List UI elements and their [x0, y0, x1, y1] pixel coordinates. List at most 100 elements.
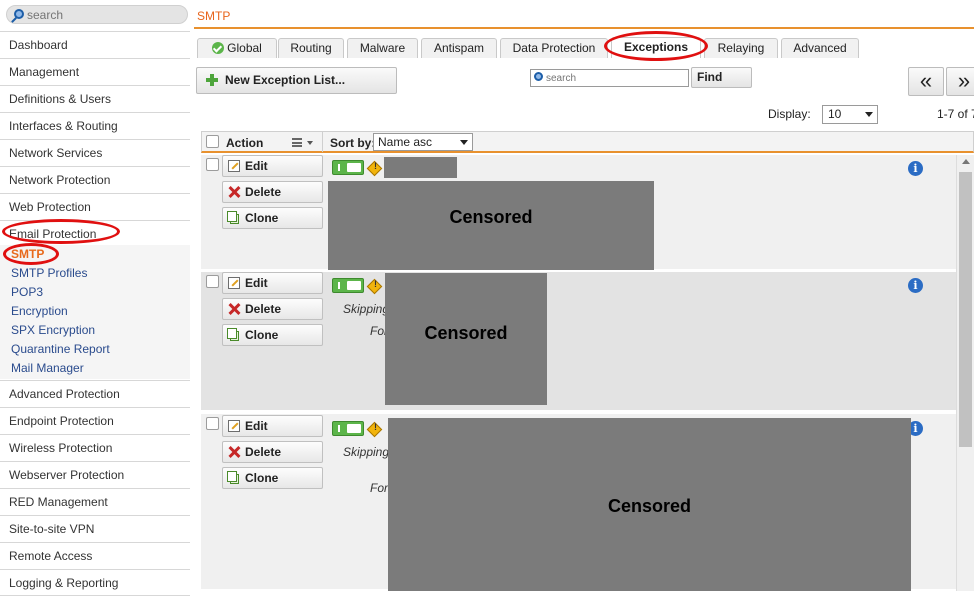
pagination-range: 1-7 of 7: [937, 107, 974, 121]
nav-item-dashboard[interactable]: Dashboard: [0, 31, 190, 58]
page-title: SMTP: [197, 9, 231, 23]
delete-label: Delete: [245, 302, 282, 316]
edit-label: Edit: [245, 419, 268, 433]
info-icon[interactable]: i: [908, 278, 923, 293]
info-icon[interactable]: i: [908, 161, 923, 176]
nav-item-endpoint-protection[interactable]: Endpoint Protection: [0, 407, 190, 434]
tab-routing[interactable]: Routing: [278, 38, 344, 58]
edit-button[interactable]: Edit: [222, 415, 323, 437]
tab-global[interactable]: Global: [197, 38, 277, 58]
find-button[interactable]: Find: [691, 67, 752, 88]
enable-toggle[interactable]: [332, 278, 364, 293]
sub-item-smtp[interactable]: SMTP: [11, 245, 44, 264]
delete-button[interactable]: Delete: [222, 298, 323, 320]
for-text: For: [370, 481, 388, 495]
chevron-down-icon[interactable]: [307, 141, 313, 145]
search-icon: [534, 72, 543, 81]
check-icon: [212, 42, 225, 54]
censored-block: Censored: [328, 181, 654, 270]
sub-item-spx-encryption[interactable]: SPX Encryption: [11, 321, 95, 340]
edit-icon: [228, 277, 240, 289]
row-checkbox[interactable]: [206, 275, 219, 288]
nav-item-wireless-protection[interactable]: Wireless Protection: [0, 434, 190, 461]
nav-item-logging-reporting[interactable]: Logging & Reporting: [0, 569, 190, 596]
column-divider: [322, 132, 323, 152]
next-page-button[interactable]: »: [946, 67, 974, 96]
vertical-scrollbar[interactable]: [956, 155, 974, 591]
nav-item-network-services[interactable]: Network Services: [0, 139, 190, 166]
nav-item-webserver-protection[interactable]: Webserver Protection: [0, 461, 190, 488]
prev-page-button[interactable]: «: [908, 67, 944, 96]
sort-by-label: Sort by:: [330, 136, 376, 150]
warning-icon: [366, 278, 383, 295]
row-checkbox[interactable]: [206, 417, 219, 430]
tab-malware[interactable]: Malware: [347, 38, 418, 58]
tab-advanced[interactable]: Advanced: [781, 38, 859, 58]
tab-relaying[interactable]: Relaying: [704, 38, 778, 58]
edit-button[interactable]: Edit: [222, 272, 323, 294]
display-label: Display:: [768, 107, 811, 121]
edit-icon: [228, 420, 240, 432]
row-checkbox[interactable]: [206, 158, 219, 171]
delete-label: Delete: [245, 185, 282, 199]
nav-item-management[interactable]: Management: [0, 58, 190, 85]
delete-icon: [228, 186, 240, 198]
action-column-label: Action: [226, 136, 264, 150]
display-count-value: 10: [828, 107, 842, 121]
clone-button[interactable]: Clone: [222, 467, 323, 489]
delete-label: Delete: [245, 445, 282, 459]
sub-item-quarantine-report[interactable]: Quarantine Report: [11, 340, 110, 359]
sidebar-search-input[interactable]: [27, 7, 177, 22]
select-all-checkbox[interactable]: [206, 135, 219, 148]
sidebar-search[interactable]: [6, 5, 188, 24]
nav-item-red-management[interactable]: RED Management: [0, 488, 190, 515]
column-menu-icon[interactable]: [292, 138, 302, 147]
new-exception-list-button[interactable]: New Exception List...: [196, 67, 397, 94]
scroll-up-arrow[interactable]: [962, 159, 970, 164]
warning-icon: [366, 160, 383, 177]
nav-item-network-protection[interactable]: Network Protection: [0, 166, 190, 193]
tab-antispam[interactable]: Antispam: [421, 38, 497, 58]
delete-button[interactable]: Delete: [222, 181, 323, 203]
edit-button[interactable]: Edit: [222, 155, 323, 177]
sort-select[interactable]: Name asc: [373, 133, 473, 151]
nav-item-remote-access[interactable]: Remote Access: [0, 542, 190, 569]
edit-label: Edit: [245, 159, 268, 173]
sub-item-pop3[interactable]: POP3: [11, 283, 43, 302]
nav-item-advanced-protection[interactable]: Advanced Protection: [0, 380, 190, 407]
enable-toggle[interactable]: [332, 421, 364, 436]
nav-item-web-protection[interactable]: Web Protection: [0, 193, 190, 220]
clone-icon: [227, 328, 239, 341]
clone-label: Clone: [245, 211, 279, 225]
enable-toggle[interactable]: [332, 160, 364, 175]
warning-icon: [366, 421, 383, 438]
nav-item-definitions-users[interactable]: Definitions & Users: [0, 85, 190, 112]
tab-exceptions[interactable]: Exceptions: [611, 37, 701, 58]
sort-value: Name asc: [378, 135, 433, 149]
header-divider: [194, 27, 974, 29]
clone-button[interactable]: Clone: [222, 207, 323, 229]
clone-icon: [227, 211, 239, 224]
censored-block: Censored: [388, 418, 911, 591]
chevron-down-icon: [865, 112, 873, 117]
clone-button[interactable]: Clone: [222, 324, 323, 346]
list-search[interactable]: [530, 69, 689, 87]
nav-item-interfaces-routing[interactable]: Interfaces & Routing: [0, 112, 190, 139]
new-exception-list-label: New Exception List...: [225, 73, 346, 87]
scrollbar-thumb[interactable]: [959, 172, 972, 447]
clone-label: Clone: [245, 471, 279, 485]
tab-label: Global: [227, 41, 262, 55]
sub-item-encryption[interactable]: Encryption: [11, 302, 68, 321]
plus-icon: [206, 74, 218, 86]
delete-button[interactable]: Delete: [222, 441, 323, 463]
sub-item-mail-manager[interactable]: Mail Manager: [11, 359, 84, 378]
nav-item-email-protection[interactable]: Email Protection: [0, 220, 190, 247]
display-count-select[interactable]: 10: [822, 105, 878, 124]
list-item: Edit Delete Clone Skipping For i: [201, 272, 956, 412]
censored-block: Censored: [385, 273, 547, 405]
nav-item-site-to-site-vpn[interactable]: Site-to-site VPN: [0, 515, 190, 542]
tab-data-protection[interactable]: Data Protection: [500, 38, 608, 58]
sub-item-smtp-profiles[interactable]: SMTP Profiles: [11, 264, 87, 283]
list-search-input[interactable]: [546, 71, 686, 85]
delete-icon: [228, 446, 240, 458]
